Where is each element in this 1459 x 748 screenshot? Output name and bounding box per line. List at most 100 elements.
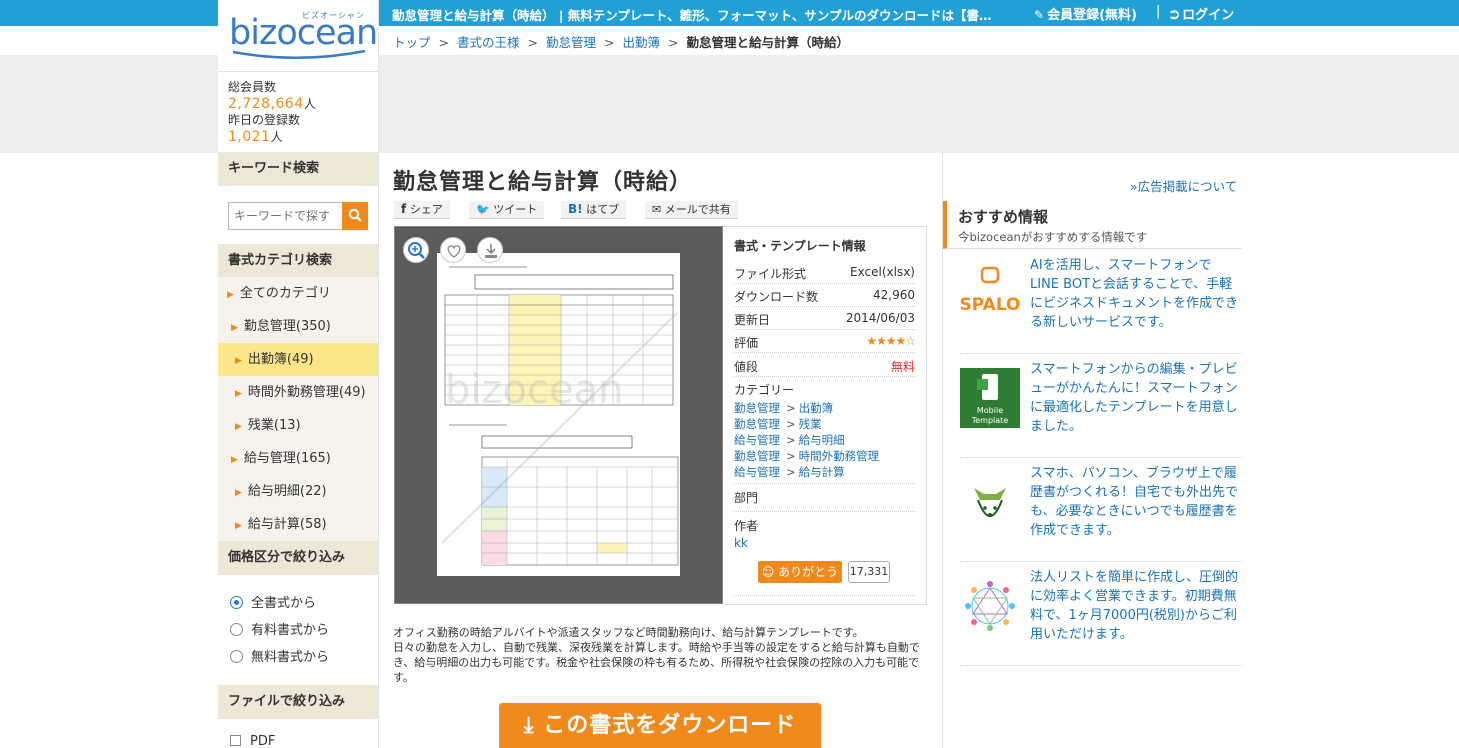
category-overtime-management[interactable]: ▶ 時間外勤務管理(49): [218, 376, 378, 409]
recommendation-item[interactable]: SPALO AIを活用し、スマートフォンでLINE BOTと会話することで、手軽…: [960, 250, 1242, 354]
thanks-button[interactable]: ☺ ありがとう: [758, 561, 842, 583]
radio-selected[interactable]: [230, 596, 243, 609]
category-child[interactable]: 時間外勤務管理: [799, 449, 880, 463]
recommendation-text[interactable]: AIを活用し、スマートフォンでLINE BOTと会話することで、手軽にビジネスド…: [1030, 256, 1240, 332]
arrow-right-icon: ▶: [235, 356, 242, 366]
radio[interactable]: [230, 650, 243, 663]
search-button[interactable]: [342, 202, 368, 230]
recommendation-item[interactable]: Mobile Template スマートフォンからの編集・プレビューがかんたんに！…: [960, 354, 1242, 458]
mail-share-button[interactable]: ✉ メールで共有: [645, 201, 738, 219]
category-salary-calc[interactable]: ▶ 給与計算(58): [218, 508, 378, 541]
breadcrumb-top[interactable]: トップ: [393, 35, 431, 50]
category-search-heading: 書式カテゴリ検索: [218, 244, 378, 278]
category-child[interactable]: 給与明細: [799, 433, 845, 447]
svg-text:Mobile: Mobile: [977, 406, 1003, 415]
category-child[interactable]: 残業: [799, 417, 822, 431]
recommendation-text[interactable]: スマートフォンからの編集・プレビューがかんたんに！スマートフォンに最適化したテン…: [1030, 360, 1240, 436]
category-parent[interactable]: 勤怠管理: [734, 449, 780, 463]
share-label: メールで共有: [664, 203, 731, 216]
recommendation-title: おすすめ情報: [958, 208, 1049, 226]
login-link[interactable]: ⮊ ログイン: [1170, 4, 1234, 23]
mail-icon: ✉: [652, 203, 662, 216]
yesterday-label: 昨日の登録数: [228, 113, 301, 127]
category-parent[interactable]: 給与管理: [734, 433, 780, 447]
price-option-label: 有料書式から: [251, 623, 330, 638]
hatena-share-button[interactable]: B! はてブ: [561, 201, 627, 219]
price-option-all[interactable]: 全書式から: [230, 592, 316, 611]
rating-stars-icon: ★★★★☆: [866, 334, 916, 348]
category-child[interactable]: 給与計算: [799, 465, 845, 479]
facebook-share-button[interactable]: f シェア: [394, 201, 450, 219]
logo-swoosh-icon: [232, 49, 366, 59]
recommendation-text[interactable]: スマホ、パソコン、ブラウザ上で履歴書がつくれる！自宅でも外出先でも、必要なときに…: [1030, 464, 1240, 540]
preview-document-image: [437, 253, 680, 576]
author-link[interactable]: kk: [734, 536, 748, 550]
breadcrumb-separator: >: [527, 35, 538, 50]
member-register-link[interactable]: ✎ 会員登録(無料): [1034, 4, 1137, 23]
category-label: 給与明細(22): [247, 484, 327, 499]
category-link[interactable]: 勤怠管理 > 時間外勤務管理: [734, 448, 879, 464]
category-link[interactable]: 勤怠管理 > 出勤簿: [734, 400, 833, 416]
keyword-search-input[interactable]: [228, 202, 343, 230]
recommendation-text[interactable]: 法人リストを簡単に作成し、圧倒的に効率よく営業できます。初期費無料で、1ヶ月70…: [1030, 568, 1240, 644]
category-attendance[interactable]: ▶ 勤怠管理(350): [218, 310, 378, 343]
total-members-value: 2,728,664: [228, 95, 304, 112]
search-icon: [348, 208, 362, 222]
thanks-count: 17,331: [848, 561, 890, 583]
category-link[interactable]: 勤怠管理 > 残業: [734, 416, 822, 432]
category-label: 残業(13): [247, 418, 301, 433]
breadcrumb-attendance[interactable]: 勤怠管理: [546, 35, 596, 50]
recommendation-subtitle: 今bizoceanがおすすめする情報です: [958, 230, 1148, 244]
breadcrumb-current: 勤怠管理と給与計算（時給）: [686, 35, 850, 50]
divider: [734, 511, 915, 512]
spalo-logo-icon: SPALO: [960, 264, 1020, 324]
mobile-template-logo-icon: Mobile Template: [960, 368, 1020, 428]
arrow-right-icon: ▶: [235, 488, 242, 498]
category-link[interactable]: 給与管理 > 給与明細: [734, 432, 845, 448]
smile-icon: ☺: [761, 565, 775, 579]
twitter-share-button[interactable]: 🐦 ツイート: [469, 201, 545, 219]
category-parent[interactable]: 給与管理: [734, 465, 780, 479]
arrow-right-icon: ▶: [235, 389, 242, 399]
category-overtime[interactable]: ▶ 残業(13): [218, 409, 378, 442]
advertise-link[interactable]: »広告掲載について: [1130, 176, 1237, 195]
file-option-pdf[interactable]: PDF: [230, 734, 275, 748]
category-child[interactable]: 出勤簿: [799, 401, 834, 415]
description-line: オフィス勤務の時給アルバイトや派遣スタッフなど時間勤務向け、給与計算テンプレート…: [393, 626, 864, 639]
radio[interactable]: [230, 623, 243, 636]
category-parent[interactable]: 勤怠管理: [734, 417, 780, 431]
total-members-label: 総会員数: [228, 80, 277, 94]
download-icon[interactable]: [477, 237, 503, 263]
breadcrumb-separator: >: [668, 35, 679, 50]
category-parent[interactable]: 勤怠管理: [734, 401, 780, 415]
recommendation-item[interactable]: スマホ、パソコン、ブラウザ上で履歴書がつくれる！自宅でも外出先でも、必要なときに…: [960, 458, 1242, 562]
checkbox[interactable]: [230, 735, 241, 746]
download-button[interactable]: ⤓ この書式をダウンロード: [499, 703, 821, 748]
info-value: 2014/06/03: [845, 311, 915, 325]
login-icon: ⮊: [1170, 8, 1180, 22]
category-attendance-book[interactable]: ▶ 出勤簿(49): [218, 343, 378, 376]
category-payroll[interactable]: ▶ 給与管理(165): [218, 442, 378, 475]
price-option-free[interactable]: 無料書式から: [230, 646, 329, 665]
recommendation-item[interactable]: 法人リストを簡単に作成し、圧倒的に効率よく営業できます。初期費無料で、1ヶ月70…: [960, 562, 1242, 666]
price-filter-heading: 価格区分で絞り込み: [218, 541, 378, 575]
share-label: シェア: [409, 203, 443, 216]
zoom-icon[interactable]: [403, 237, 429, 263]
resume-dog-logo-icon: [960, 472, 1020, 532]
recommendation-header: おすすめ情報 今bizoceanがおすすめする情報です: [943, 201, 1242, 249]
category-payslip[interactable]: ▶ 給与明細(22): [218, 475, 378, 508]
watermark-logo: bizocean: [445, 367, 624, 413]
info-row-format: ファイル形式 Excel(xlsx): [734, 261, 915, 284]
page-heading-bar: 勤怠管理と給与計算（時給） | 無料テンプレート、雛形、フォーマット、サンプルの…: [392, 8, 1002, 23]
category-link[interactable]: 給与管理 > 給与計算: [734, 464, 845, 480]
category-label: 全てのカテゴリ: [239, 286, 331, 301]
price-option-paid[interactable]: 有料書式から: [230, 619, 329, 638]
breadcrumb: トップ > 書式の王様 > 勤怠管理 > 出勤簿 > 勤怠管理と給与計算（時給）: [393, 32, 849, 51]
favorite-heart-icon[interactable]: [440, 237, 466, 263]
breadcrumb-attendance-book[interactable]: 出勤簿: [623, 35, 661, 50]
site-logo[interactable]: ビズオーシャン bizocean: [218, 0, 378, 72]
breadcrumb-king[interactable]: 書式の王様: [457, 35, 520, 50]
info-value: 42,960: [873, 288, 915, 302]
template-preview[interactable]: bizocean: [394, 226, 723, 604]
category-all[interactable]: ▶ 全てのカテゴリ: [218, 277, 378, 310]
